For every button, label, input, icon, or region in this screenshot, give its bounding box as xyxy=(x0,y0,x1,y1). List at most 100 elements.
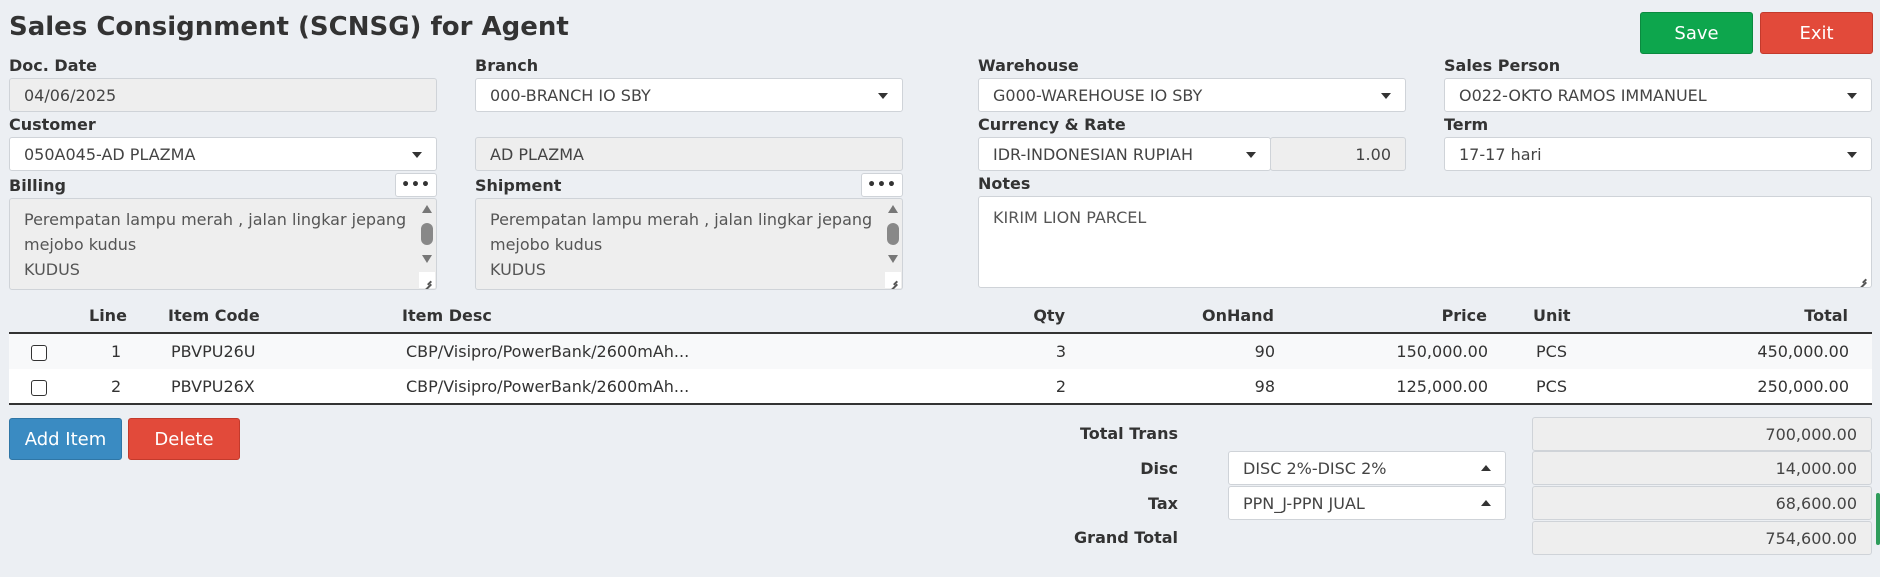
disc-label: Disc xyxy=(1140,459,1178,478)
row-unit: PCS xyxy=(1536,377,1567,396)
term-label: Term xyxy=(1444,115,1489,134)
total-trans-field: 700,000.00 xyxy=(1532,417,1872,451)
customer-select[interactable]: 050A045-AD PLAZMA xyxy=(9,137,437,171)
branch-value: 000-BRANCH IO SBY xyxy=(490,85,651,105)
save-button[interactable]: Save xyxy=(1640,12,1753,54)
term-value: 17-17 hari xyxy=(1459,144,1542,164)
shipment-label: Shipment xyxy=(475,176,562,195)
currency-label: Currency & Rate xyxy=(978,115,1126,134)
sales-person-value: O022-OKTO RAMOS IMMANUEL xyxy=(1459,85,1707,105)
resize-handle-icon[interactable] xyxy=(1854,270,1870,286)
resize-handle-icon[interactable] xyxy=(885,272,901,288)
billing-line-1: Perempatan lampu merah , jalan lingkar j… xyxy=(24,210,407,229)
col-item-code: Item Code xyxy=(168,306,260,325)
row-item-code: PBVPU26U xyxy=(171,342,256,361)
warehouse-label: Warehouse xyxy=(978,56,1079,75)
row-unit: PCS xyxy=(1536,342,1567,361)
customer-value: 050A045-AD PLAZMA xyxy=(24,144,196,164)
add-item-button[interactable]: Add Item xyxy=(9,418,122,460)
shipment-line-2: mejobo kudus xyxy=(490,235,603,254)
col-unit: Unit xyxy=(1533,306,1571,325)
scroll-up-icon xyxy=(422,205,432,213)
exit-button[interactable]: Exit xyxy=(1760,12,1873,54)
term-select[interactable]: 17-17 hari xyxy=(1444,137,1872,171)
col-item-desc: Item Desc xyxy=(402,306,492,325)
currency-value: IDR-INDONESIAN RUPIAH xyxy=(993,144,1194,164)
side-panel-handle[interactable] xyxy=(1876,493,1880,545)
row-qty: 2 xyxy=(1055,377,1066,396)
customer-label: Customer xyxy=(9,115,96,134)
row-item-desc: CBP/Visipro/PowerBank/2600mAh... xyxy=(406,377,690,396)
sales-person-select[interactable]: O022-OKTO RAMOS IMMANUEL xyxy=(1444,78,1872,112)
scroll-down-icon xyxy=(888,255,898,263)
tax-amount-value: 68,600.00 xyxy=(1775,493,1857,513)
shipment-line-1: Perempatan lampu merah , jalan lingkar j… xyxy=(490,210,873,229)
chevron-up-icon xyxy=(1481,465,1491,471)
shipment-line-3: KUDUS xyxy=(490,260,546,279)
col-qty: Qty xyxy=(1033,306,1065,325)
notes-label: Notes xyxy=(978,174,1031,193)
col-line: Line xyxy=(89,306,127,325)
grand-total-field: 754,600.00 xyxy=(1532,521,1872,555)
disc-amount-value: 14,000.00 xyxy=(1775,458,1857,478)
billing-more-button[interactable]: ••• xyxy=(395,173,437,197)
scroll-down-icon xyxy=(422,255,432,263)
branch-select[interactable]: 000-BRANCH IO SBY xyxy=(475,78,903,112)
row-total: 250,000.00 xyxy=(1757,377,1849,396)
disc-amount-field: 14,000.00 xyxy=(1532,451,1872,485)
scroll-thumb[interactable] xyxy=(421,223,433,245)
row-total: 450,000.00 xyxy=(1757,342,1849,361)
doc-date-value: 04/06/2025 xyxy=(24,85,117,105)
row-checkbox[interactable] xyxy=(31,345,47,361)
col-onhand: OnHand xyxy=(1201,306,1274,325)
row-price: 150,000.00 xyxy=(1396,342,1488,361)
row-line: 2 xyxy=(111,377,122,396)
chevron-down-icon xyxy=(1381,93,1391,99)
billing-label: Billing xyxy=(9,176,66,195)
table-row[interactable]: 2 PBVPU26X CBP/Visipro/PowerBank/2600mAh… xyxy=(9,369,1872,404)
branch-label: Branch xyxy=(475,56,539,75)
tax-amount-field: 68,600.00 xyxy=(1532,486,1872,520)
chevron-down-icon xyxy=(878,93,888,99)
resize-handle-icon[interactable] xyxy=(419,272,435,288)
billing-line-2: mejobo kudus xyxy=(24,235,137,254)
delete-button[interactable]: Delete xyxy=(128,418,240,460)
warehouse-select[interactable]: G000-WAREHOUSE IO SBY xyxy=(978,78,1406,112)
disc-select[interactable]: DISC 2%-DISC 2% xyxy=(1228,451,1506,485)
row-price: 125,000.00 xyxy=(1396,377,1488,396)
notes-value: KIRIM LION PARCEL xyxy=(993,208,1147,227)
tax-select[interactable]: PPN_J-PPN JUAL xyxy=(1228,486,1506,520)
billing-textarea[interactable]: Perempatan lampu merah , jalan lingkar j… xyxy=(9,198,437,290)
notes-textarea[interactable]: KIRIM LION PARCEL xyxy=(978,196,1872,288)
scroll-thumb[interactable] xyxy=(887,223,899,245)
chevron-up-icon xyxy=(1481,500,1491,506)
doc-date-field[interactable]: 04/06/2025 xyxy=(9,78,437,112)
chevron-down-icon xyxy=(1847,152,1857,158)
row-onhand: 90 xyxy=(1254,342,1275,361)
total-trans-value: 700,000.00 xyxy=(1765,424,1857,444)
shipment-textarea[interactable]: Perempatan lampu merah , jalan lingkar j… xyxy=(475,198,903,290)
scroll-up-icon xyxy=(888,205,898,213)
row-item-desc: CBP/Visipro/PowerBank/2600mAh... xyxy=(406,342,690,361)
doc-date-label: Doc. Date xyxy=(9,56,97,75)
tax-label: Tax xyxy=(1148,494,1178,513)
table-bottom-divider xyxy=(9,403,1872,405)
warehouse-value: G000-WAREHOUSE IO SBY xyxy=(993,85,1203,105)
billing-scrollbar[interactable] xyxy=(420,203,434,267)
page-title: Sales Consignment (SCNSG) for Agent xyxy=(9,12,569,42)
total-trans-label: Total Trans xyxy=(1079,424,1178,443)
table-row[interactable]: 1 PBVPU26U CBP/Visipro/PowerBank/2600mAh… xyxy=(9,334,1872,369)
col-price: Price xyxy=(1441,306,1487,325)
rate-value: 1.00 xyxy=(1355,144,1391,164)
shipment-more-button[interactable]: ••• xyxy=(861,173,903,197)
row-line: 1 xyxy=(111,342,122,361)
row-onhand: 98 xyxy=(1254,377,1275,396)
grand-total-value: 754,600.00 xyxy=(1765,528,1857,548)
chevron-down-icon xyxy=(412,152,422,158)
disc-option: DISC 2%-DISC 2% xyxy=(1243,458,1387,478)
shipment-scrollbar[interactable] xyxy=(886,203,900,267)
currency-select[interactable]: IDR-INDONESIAN RUPIAH xyxy=(978,137,1271,171)
chevron-down-icon xyxy=(1847,93,1857,99)
row-checkbox[interactable] xyxy=(31,380,47,396)
rate-field: 1.00 xyxy=(1270,137,1406,171)
